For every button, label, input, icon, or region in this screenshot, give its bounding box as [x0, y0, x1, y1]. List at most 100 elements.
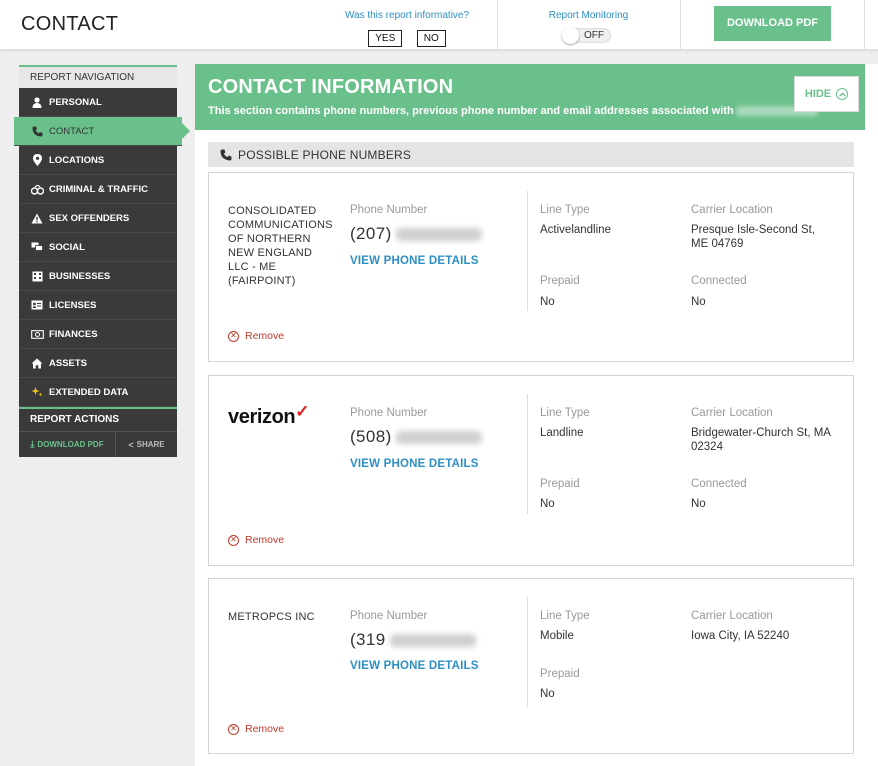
main-content: CONTACT INFORMATION This section contain…	[195, 64, 878, 766]
redacted-digits	[395, 228, 482, 242]
download-pdf-button[interactable]: DOWNLOAD PDF	[714, 6, 831, 41]
possible-phone-numbers-header: POSSIBLE PHONE NUMBERS	[208, 142, 854, 167]
remove-button[interactable]: ✕ Remove	[228, 330, 284, 342]
close-icon: ✕	[228, 534, 239, 546]
sidebar-item-assets[interactable]: ASSETS	[19, 349, 177, 378]
close-icon: ✕	[228, 723, 239, 735]
sidebar-item-label: LICENSES	[49, 299, 97, 311]
sidebar-share-button[interactable]: < SHARE	[116, 432, 177, 457]
header-divider	[680, 0, 681, 50]
prepaid-value: No	[540, 498, 555, 510]
sidebar-item-label: PERSONAL	[49, 96, 102, 108]
phone-number: (508)	[350, 427, 482, 447]
card-divider	[527, 394, 528, 514]
view-phone-details-link[interactable]: VIEW PHONE DETAILS	[350, 660, 479, 672]
carrier-location-label: Carrier Location	[691, 204, 773, 216]
redacted-digits	[389, 634, 476, 648]
location-pin-icon	[29, 154, 45, 166]
sidebar-item-personal[interactable]: PERSONAL	[19, 88, 177, 117]
sidebar-download-pdf-button[interactable]: ⤓ DOWNLOAD PDF	[19, 432, 116, 457]
report-navigation-heading: REPORT NAVIGATION	[19, 65, 177, 88]
id-card-icon	[29, 300, 45, 310]
report-actions-heading: REPORT ACTIONS	[19, 407, 177, 431]
prepaid-label: Prepaid	[540, 668, 580, 680]
sidebar-item-label: CRIMINAL & TRAFFIC	[49, 183, 149, 195]
feedback-no-button[interactable]: NO	[416, 30, 446, 47]
carrier-location-value: Presque Isle-Second St, ME 04769	[691, 224, 816, 250]
chevron-up-icon	[836, 88, 849, 100]
verizon-logo: verizon✓	[228, 402, 310, 428]
remove-label: Remove	[245, 534, 285, 546]
sidebar-item-criminal-traffic[interactable]: CRIMINAL & TRAFFIC	[19, 175, 177, 204]
sidebar-item-label: SEX OFFENDERS	[49, 212, 130, 224]
download-icon: ⤓	[30, 439, 35, 449]
building-icon	[29, 271, 45, 282]
chat-icon	[29, 242, 45, 252]
sidebar-item-extended-data[interactable]: EXTENDED DATA	[19, 378, 177, 407]
verizon-check-icon: ✓	[295, 402, 310, 421]
remove-button[interactable]: ✕ Remove	[228, 723, 284, 735]
phone-number-label: Phone Number	[350, 204, 428, 216]
sidebar-item-label: LOCATIONS	[49, 154, 105, 166]
report-sidebar: REPORT NAVIGATION PERSONAL CONTACT LOCAT…	[14, 65, 190, 457]
house-icon	[29, 358, 45, 369]
sidebar-item-label: SOCIAL	[49, 241, 85, 253]
redacted-digits	[395, 431, 482, 445]
hide-label: HIDE	[804, 88, 832, 100]
card-divider	[527, 597, 528, 707]
prepaid-value: No	[540, 688, 555, 700]
feedback-yes-button[interactable]: YES	[368, 30, 403, 47]
line-type-value: Mobile	[540, 630, 574, 642]
carrier-name: CONSOLIDATED COMMUNICATIONS OF NORTHERN …	[228, 205, 333, 287]
sidebar-item-finances[interactable]: FINANCES	[19, 320, 177, 349]
sidebar-item-contact[interactable]: CONTACT	[14, 117, 190, 146]
monitoring-toggle[interactable]: OFF	[562, 27, 611, 44]
line-type-value: Activelandline	[540, 224, 611, 236]
phone-number: (319	[350, 630, 476, 650]
carrier-location-value: Iowa City, IA 52240	[691, 630, 790, 642]
view-phone-details-link[interactable]: VIEW PHONE DETAILS	[350, 255, 479, 267]
sidebar-item-sex-offenders[interactable]: SEX OFFENDERS	[19, 204, 177, 233]
sidebar-item-label: EXTENDED DATA	[49, 386, 129, 398]
phone-number-label: Phone Number	[350, 610, 428, 622]
share-label: SHARE	[136, 440, 165, 449]
phone-number-label: Phone Number	[350, 407, 428, 419]
person-icon	[29, 96, 45, 108]
monitoring-label: Report Monitoring	[548, 10, 629, 21]
top-bar: CONTACT Was this report informative? YES…	[0, 0, 878, 50]
warning-icon	[29, 213, 45, 224]
phone-icon	[220, 149, 232, 161]
toggle-knob	[562, 27, 579, 44]
section-description: This section contains phone numbers, pre…	[208, 105, 818, 117]
close-icon: ✕	[228, 330, 239, 342]
sidebar-item-licenses[interactable]: LICENSES	[19, 291, 177, 320]
sidebar-item-label: ASSETS	[49, 357, 88, 369]
line-type-label: Line Type	[540, 610, 590, 622]
hide-section-button[interactable]: HIDE	[794, 76, 859, 112]
line-type-label: Line Type	[540, 204, 590, 216]
remove-label: Remove	[245, 330, 285, 342]
connected-label: Connected	[691, 478, 747, 490]
prepaid-value: No	[540, 296, 555, 308]
phone-number: (207)	[350, 224, 482, 244]
money-icon	[29, 329, 45, 339]
sidebar-item-social[interactable]: SOCIAL	[19, 233, 177, 262]
sidebar-item-locations[interactable]: LOCATIONS	[19, 146, 177, 175]
carrier-name: METROPCS INC	[228, 611, 315, 623]
contact-info-banner: CONTACT INFORMATION This section contain…	[195, 64, 865, 130]
view-phone-details-link[interactable]: VIEW PHONE DETAILS	[350, 458, 479, 470]
remove-button[interactable]: ✕ Remove	[228, 534, 284, 546]
section-heading: CONTACT INFORMATION	[208, 76, 454, 98]
monitoring-state: OFF	[584, 30, 604, 41]
remove-label: Remove	[245, 723, 285, 735]
line-type-value: Landline	[540, 427, 584, 439]
carrier-location-label: Carrier Location	[691, 610, 773, 622]
report-actions-row: ⤓ DOWNLOAD PDF < SHARE	[19, 431, 177, 457]
phone-card: CONSOLIDATED COMMUNICATIONS OF NORTHERN …	[208, 172, 854, 362]
connected-label: Connected	[691, 275, 747, 287]
sidebar-item-businesses[interactable]: BUSINESSES	[19, 262, 177, 291]
connected-value: No	[691, 296, 706, 308]
carrier-location-value: Bridgewater-Church St, MA 02324	[691, 427, 831, 453]
prepaid-label: Prepaid	[540, 478, 580, 490]
card-divider	[527, 191, 528, 311]
